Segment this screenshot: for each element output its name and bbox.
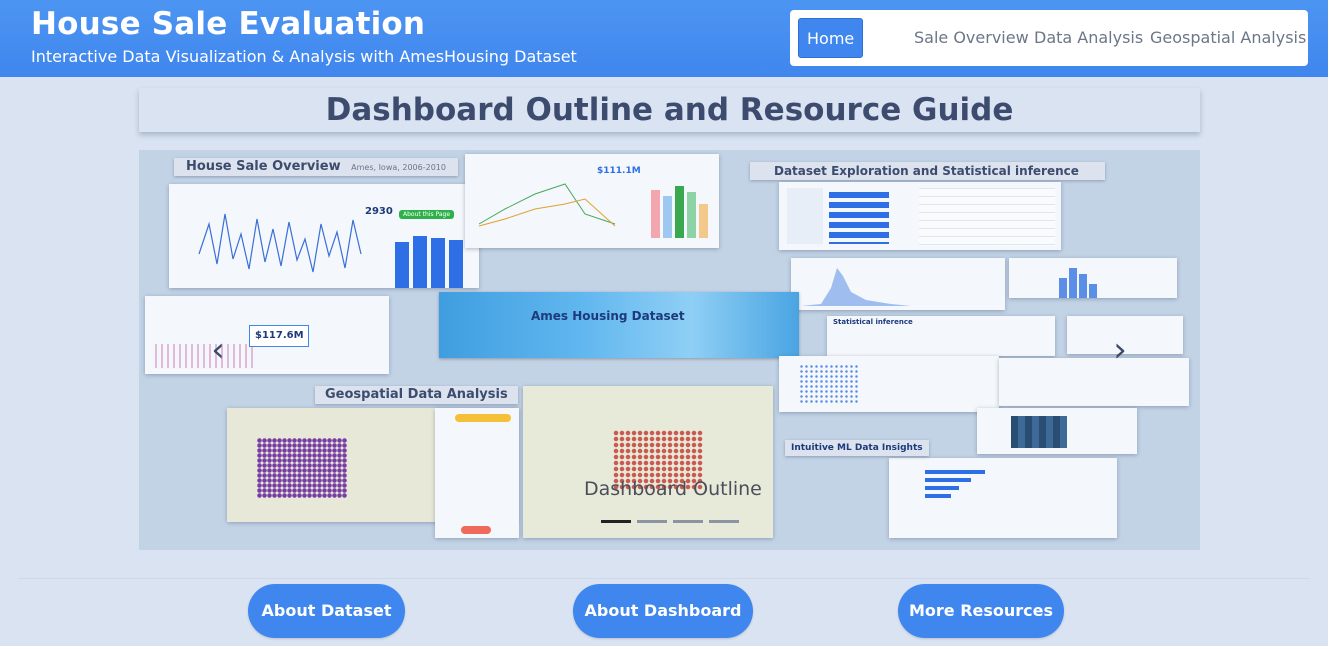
nav-item-home[interactable]: Home: [798, 18, 864, 58]
insights-label: Intuitive ML Data Insights: [785, 440, 929, 456]
thumb-bar: [699, 204, 708, 238]
thumb-bar: [1079, 274, 1087, 298]
thumb-bar: [675, 186, 684, 238]
thumb-bar: [651, 190, 660, 238]
about-dataset-button[interactable]: About Dataset: [248, 584, 405, 638]
carousel-indicator-3[interactable]: [673, 520, 703, 523]
nav-item-geospatial-analysis[interactable]: Geospatial Analysis: [1150, 18, 1306, 58]
sale-overview-label: House Sale Overview Ames, Iowa, 2006-201…: [174, 158, 458, 176]
site-subtitle: Interactive Data Visualization & Analysi…: [31, 47, 577, 66]
stat-inference-title: Statistical inference: [833, 318, 913, 326]
thumb-bar: [431, 238, 445, 288]
carousel-indicator-2[interactable]: [637, 520, 667, 523]
thumb-heatmap: [1011, 416, 1067, 448]
slide-thumb-heatmap: [977, 408, 1137, 454]
thumb-table: [919, 188, 1055, 246]
chevron-right-icon: ›: [1113, 330, 1127, 370]
top-navbar: House Sale Evaluation Interactive Data V…: [0, 0, 1328, 77]
hub-dataset-banner: Ames Housing Dataset: [439, 292, 799, 358]
thumb-bar: [925, 478, 971, 482]
about-dashboard-button[interactable]: About Dashboard: [573, 584, 753, 638]
carousel-indicator-4[interactable]: [709, 520, 739, 523]
slide-thumb-gross-sale: $111.1M: [465, 154, 719, 248]
slide-thumb-data-table: [779, 182, 1061, 250]
thumb-bar: [687, 192, 696, 238]
sale-overview-sublabel: Ames, Iowa, 2006-2010: [351, 163, 446, 172]
thumb-map-points: [257, 438, 347, 498]
thumb-bar: [449, 240, 463, 288]
slide-thumb-scatter: [779, 356, 999, 412]
thumb-bar: [1089, 284, 1097, 298]
exploration-label: Dataset Exploration and Statistical infe…: [750, 162, 1105, 180]
thumb-bar: [413, 236, 427, 288]
slide-thumb-map-right: [523, 386, 773, 538]
thumb-bar: [925, 486, 959, 490]
slide-thumb-feature-importance: [889, 458, 1117, 538]
slide-thumb-histogram: [791, 258, 1005, 310]
thumb-bar: [925, 470, 985, 474]
chevron-left-icon: ‹: [211, 330, 225, 370]
gross-sale-value: $111.1M: [597, 166, 641, 176]
slide-thumb-map-controls: [435, 408, 519, 538]
thumb-bar: [925, 494, 951, 498]
hub-title: Ames Housing Dataset: [531, 309, 685, 323]
slide-thumb-distribution: [1009, 258, 1177, 298]
page-title: Dashboard Outline and Resource Guide: [325, 92, 1014, 128]
carousel-caption: Dashboard Outline: [584, 478, 762, 500]
nav-item-sale-overview[interactable]: Sale Overview: [914, 18, 1029, 58]
sale-volume-value: 2930: [365, 206, 393, 217]
sale-overview-label-text: House Sale Overview: [186, 159, 341, 174]
site-title[interactable]: House Sale Evaluation: [31, 6, 425, 42]
slide-thumb-sale-volume: 2930 About this Page: [169, 184, 479, 288]
thumb-bar: [1059, 278, 1067, 298]
dashboard-carousel[interactable]: 2930 About this Page House Sale Overview…: [139, 150, 1200, 550]
page-heading-box: Dashboard Outline and Resource Guide: [139, 88, 1200, 132]
more-resources-button[interactable]: More Resources: [898, 584, 1064, 638]
carousel-prev-button[interactable]: ‹: [203, 330, 233, 370]
thumb-bar: [1069, 268, 1077, 298]
carousel-indicator-1[interactable]: [601, 520, 631, 523]
thumb-bar: [395, 242, 409, 288]
geo-label: Geospatial Data Analysis: [315, 386, 518, 404]
nav-item-data-analysis[interactable]: Data Analysis: [1034, 18, 1143, 58]
nav-menu: Home Sale Overview Data Analysis Geospat…: [790, 10, 1308, 66]
carousel-indicators: [601, 520, 741, 524]
thumb-pill: [455, 414, 511, 422]
about-page-badge: About this Page: [399, 210, 455, 219]
slide-thumb-stat-inference: Statistical inference: [827, 316, 1055, 356]
thumb-sidebar: [787, 188, 823, 244]
thumb-bars: [829, 192, 889, 244]
carousel-next-button[interactable]: ›: [1105, 330, 1135, 370]
mean-price-value: $117.6M: [249, 325, 309, 347]
resource-buttons-row: About Dataset About Dashboard More Resou…: [18, 578, 1310, 646]
thumb-scatter: [799, 364, 859, 404]
thumb-pill: [461, 526, 491, 534]
thumb-bar: [663, 196, 672, 238]
slide-thumb-box-plot: [999, 358, 1189, 406]
histogram-chart: [801, 268, 911, 306]
